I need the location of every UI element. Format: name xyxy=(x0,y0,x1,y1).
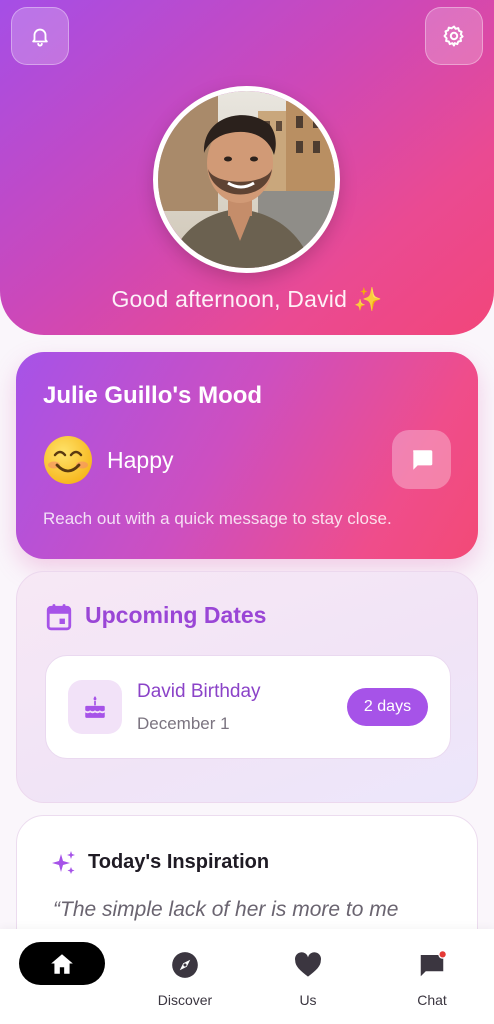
compass-icon xyxy=(172,952,198,978)
avatar-photo xyxy=(158,91,335,268)
event-icon-box xyxy=(68,680,122,734)
chat-icon xyxy=(420,950,447,977)
notifications-button[interactable] xyxy=(11,7,69,65)
inspiration-title: Today's Inspiration xyxy=(88,851,270,873)
bottom-navigation: Discover Us Chat xyxy=(0,929,494,1024)
profile-header: Good afternoon, David ✨ xyxy=(0,0,494,335)
mood-title: Julie Guillo's Mood xyxy=(43,382,263,409)
compass-icon-wrap xyxy=(170,950,200,980)
smiling-face-icon xyxy=(44,436,92,484)
nav-discover[interactable]: Discover xyxy=(130,929,240,1024)
event-date: December 1 xyxy=(137,714,230,733)
gear-icon xyxy=(443,25,464,47)
heart-icon-wrap xyxy=(293,950,323,980)
cake-icon xyxy=(85,696,105,718)
bell-icon xyxy=(32,28,48,47)
nav-discover-label: Discover xyxy=(157,992,213,1008)
settings-button[interactable] xyxy=(425,7,483,65)
heart-icon xyxy=(295,952,321,977)
upcoming-dates-card: Upcoming Dates David Birthday December 1… xyxy=(16,571,478,803)
mood-subtitle: Reach out with a quick message to stay c… xyxy=(43,509,392,528)
partner-mood-card: Julie Guillo's Mood Happy Reach out with… xyxy=(16,352,478,559)
send-message-button[interactable] xyxy=(392,430,451,489)
upcoming-dates-title: Upcoming Dates xyxy=(85,602,267,628)
nav-home[interactable] xyxy=(19,942,105,985)
avatar[interactable] xyxy=(153,86,340,273)
greeting-text: Good afternoon, David ✨ xyxy=(111,286,383,312)
mood-status: Happy xyxy=(107,447,174,473)
sparkles-icon xyxy=(52,851,75,874)
nav-chat[interactable]: Chat xyxy=(377,929,487,1024)
chat-bubble-icon xyxy=(412,449,432,470)
home-icon xyxy=(51,953,73,974)
chat-icon-wrap xyxy=(417,950,447,980)
nav-chat-label: Chat xyxy=(417,992,447,1008)
nav-us-label: Us xyxy=(299,992,317,1008)
calendar-icon xyxy=(46,604,72,631)
event-item[interactable]: David Birthday December 1 2 days xyxy=(45,655,451,759)
event-name: David Birthday xyxy=(137,681,261,702)
countdown-badge: 2 days xyxy=(347,688,428,726)
nav-us[interactable]: Us xyxy=(253,929,363,1024)
inspiration-quote: “The simple lack of her is more to me xyxy=(53,898,399,921)
